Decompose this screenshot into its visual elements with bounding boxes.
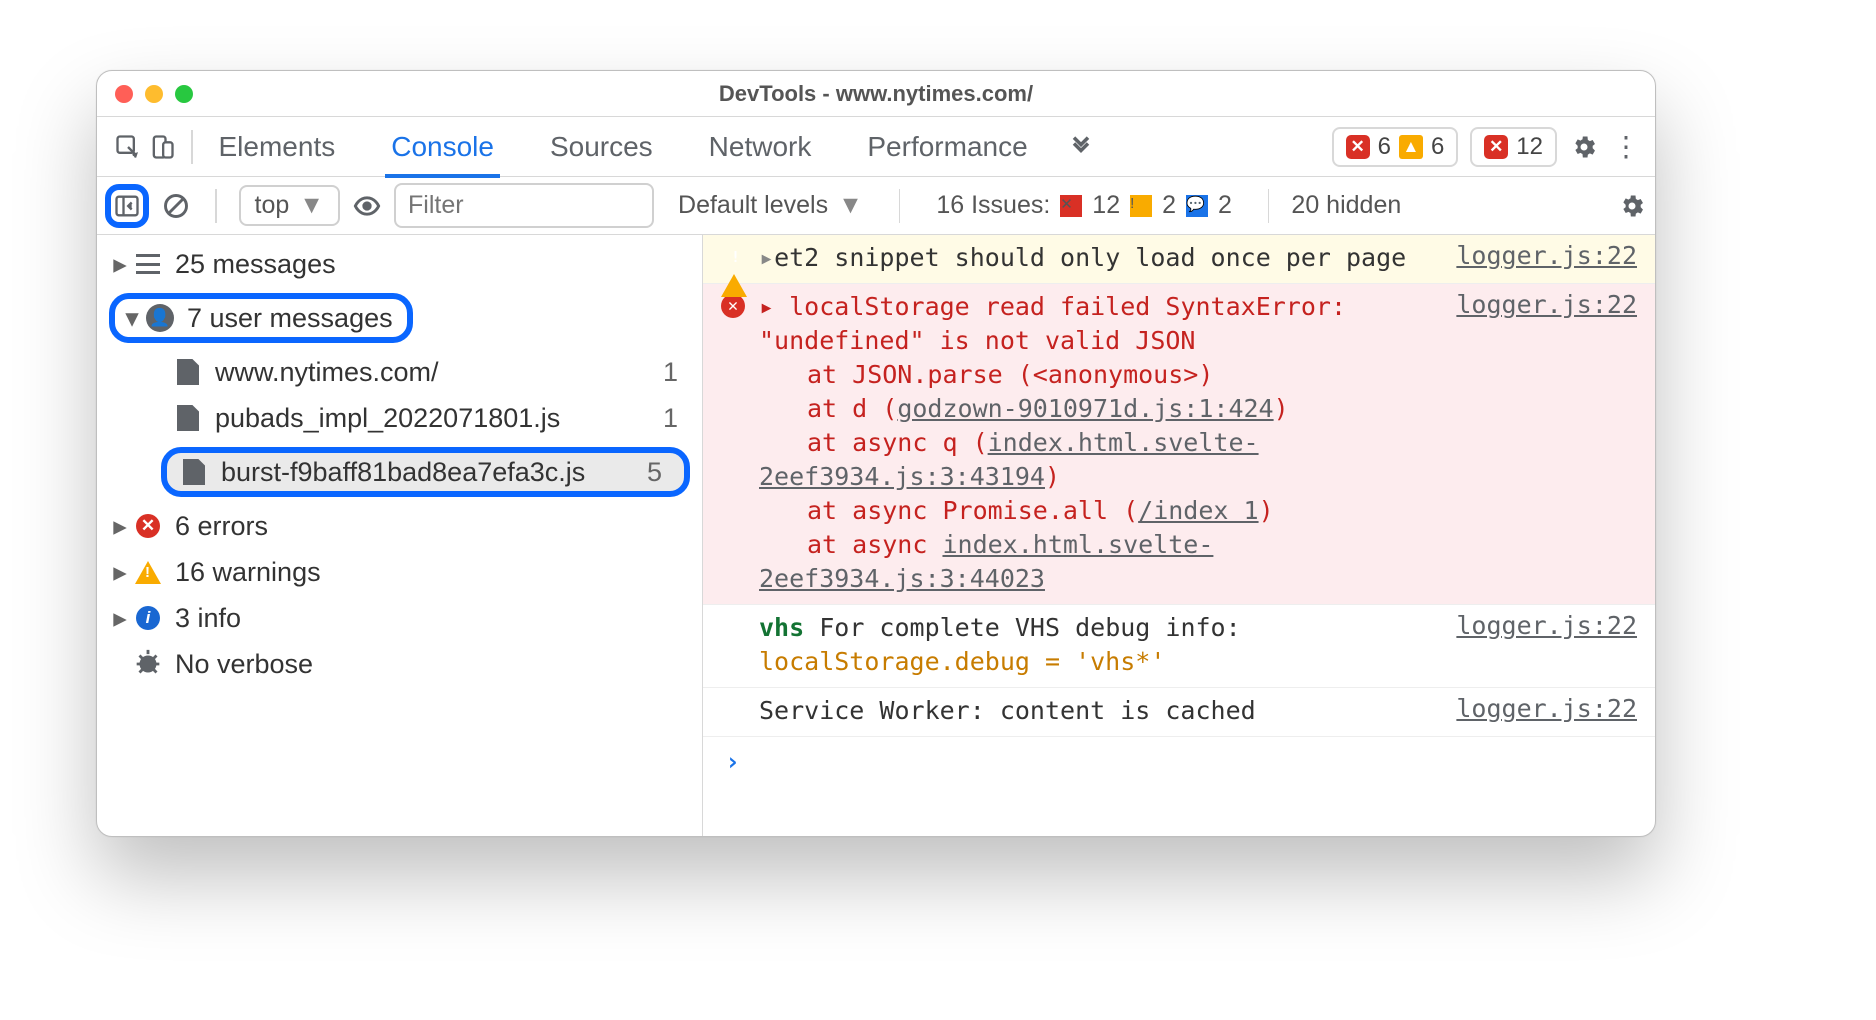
- hidden-count[interactable]: 20 hidden: [1291, 191, 1401, 220]
- chevron-down-icon: ▼: [299, 191, 324, 220]
- clear-console-icon[interactable]: [159, 189, 193, 223]
- chevron-right-icon: ▸: [109, 511, 131, 542]
- chevron-down-icon: ▼: [838, 191, 863, 220]
- console-toolbar: top ▼ Default levels ▼ 16 Issues: ✕12 !2…: [97, 177, 1655, 235]
- stack-link[interactable]: /index 1: [1138, 496, 1258, 525]
- sidebar-errors[interactable]: ▸ ✕ 6 errors: [97, 503, 702, 549]
- levels-selector[interactable]: Default levels ▼: [664, 187, 877, 224]
- traffic-min[interactable]: [145, 85, 163, 103]
- file-icon: [177, 359, 199, 385]
- kebab-menu-icon[interactable]: ⋮: [1611, 132, 1641, 162]
- sidebar-messages[interactable]: ▸ 25 messages: [97, 241, 702, 287]
- settings-icon[interactable]: [1569, 132, 1599, 162]
- file-icon: [183, 459, 205, 485]
- tab-console[interactable]: Console: [385, 117, 500, 176]
- sidebar-source-item-selected[interactable]: burst-f9baff81bad8ea7efa3c.js 5: [97, 441, 702, 503]
- sidebar-user-messages[interactable]: ▾ 👤 7 user messages: [97, 287, 702, 349]
- bug-icon: [131, 647, 165, 681]
- warning-icon: !: [1130, 195, 1152, 217]
- console-prompt[interactable]: ›: [703, 737, 1655, 786]
- traffic-max[interactable]: [175, 85, 193, 103]
- device-toggle-icon[interactable]: [145, 130, 179, 164]
- info-icon: 💬: [1186, 195, 1208, 217]
- sidebar-toggle-highlighted: [105, 184, 149, 228]
- error-icon: ✕: [1346, 135, 1370, 159]
- source-link[interactable]: logger.js:22: [1456, 694, 1637, 723]
- inspect-icon[interactable]: [111, 130, 145, 164]
- blocked-icon: ✕: [1484, 135, 1508, 159]
- sidebar-warnings[interactable]: ▸ 16 warnings: [97, 549, 702, 595]
- source-link[interactable]: logger.js:22: [1456, 241, 1637, 270]
- sidebar-toggle-icon[interactable]: [113, 192, 141, 220]
- sidebar-source-item[interactable]: www.nytimes.com/ 1: [97, 349, 702, 395]
- warning-icon: [135, 561, 161, 584]
- stack-link[interactable]: godzown-9010971d.js:1:424: [897, 394, 1273, 423]
- tab-performance[interactable]: Performance: [861, 117, 1033, 176]
- traffic-close[interactable]: [115, 85, 133, 103]
- console-message-log[interactable]: Service Worker: content is cached logger…: [703, 688, 1655, 737]
- user-icon: 👤: [146, 304, 174, 332]
- tab-network[interactable]: Network: [703, 117, 818, 176]
- devtools-window: DevTools - www.nytimes.com/ Elements Con…: [96, 70, 1656, 837]
- list-icon: [136, 254, 160, 274]
- tab-sources[interactable]: Sources: [544, 117, 659, 176]
- issues-summary[interactable]: 16 Issues: ✕12 !2 💬2: [922, 187, 1246, 224]
- source-link[interactable]: logger.js:22: [1456, 611, 1637, 640]
- chevron-right-icon: ▸: [109, 557, 131, 588]
- live-expression-icon[interactable]: [350, 189, 384, 223]
- console-message-warning[interactable]: ▸et2 snippet should only load once per p…: [703, 235, 1655, 284]
- stack-link[interactable]: index.html.svelte-2eef3934.js:3:44023: [759, 530, 1213, 593]
- error-icon: ✕: [721, 294, 745, 318]
- file-icon: [177, 405, 199, 431]
- chevron-down-icon: ▾: [121, 303, 143, 334]
- source-link[interactable]: logger.js:22: [1456, 290, 1637, 319]
- warning-icon: [721, 245, 747, 297]
- filter-input[interactable]: [394, 183, 654, 228]
- console-settings-icon[interactable]: [1617, 191, 1647, 221]
- stack-link[interactable]: index.html.svelte-2eef3934.js:3:43194: [759, 428, 1259, 491]
- context-selector[interactable]: top ▼: [239, 185, 341, 226]
- console-message-log[interactable]: vhs For complete VHS debug info: localSt…: [703, 605, 1655, 688]
- sidebar-info[interactable]: ▸ i 3 info: [97, 595, 702, 641]
- chevron-right-icon: ▸: [109, 603, 131, 634]
- chevron-right-icon: ▸: [109, 249, 131, 280]
- window-title: DevTools - www.nytimes.com/: [719, 81, 1033, 107]
- error-warning-badge[interactable]: ✕6 ▲6: [1332, 127, 1459, 167]
- error-icon: ✕: [1060, 195, 1082, 217]
- blocked-badge[interactable]: ✕12: [1470, 127, 1557, 167]
- console-message-error[interactable]: ✕ ▸ localStorage read failed SyntaxError…: [703, 284, 1655, 605]
- warning-icon: ▲: [1399, 135, 1423, 159]
- error-icon: ✕: [136, 514, 160, 538]
- more-tabs-icon[interactable]: [1064, 130, 1098, 164]
- info-icon: i: [136, 606, 160, 630]
- sidebar-source-item[interactable]: pubads_impl_2022071801.js 1: [97, 395, 702, 441]
- sidebar-verbose[interactable]: No verbose: [97, 641, 702, 687]
- console-sidebar: ▸ 25 messages ▾ 👤 7 user messages www.ny…: [97, 235, 703, 836]
- titlebar: DevTools - www.nytimes.com/: [97, 71, 1655, 117]
- main-tabstrip: Elements Console Sources Network Perform…: [97, 117, 1655, 177]
- tab-elements[interactable]: Elements: [213, 117, 342, 176]
- console-messages: ▸et2 snippet should only load once per p…: [703, 235, 1655, 836]
